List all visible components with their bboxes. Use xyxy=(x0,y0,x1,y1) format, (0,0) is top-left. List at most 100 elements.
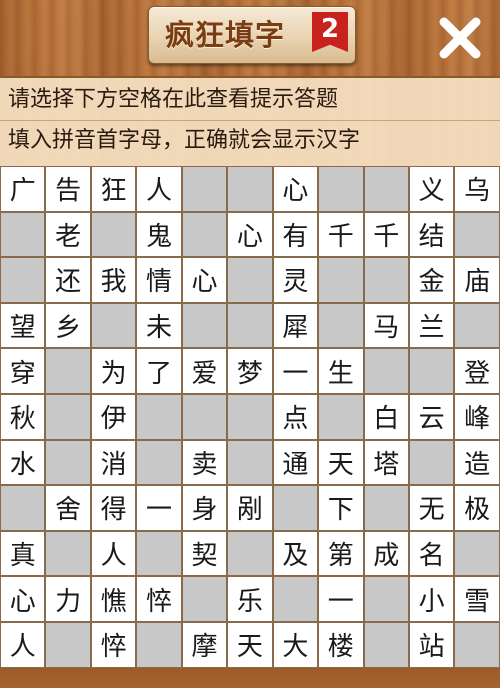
grid-cell-blocked xyxy=(227,393,273,440)
grid-cell[interactable]: 了 xyxy=(136,348,182,394)
grid-cell[interactable]: 楼 xyxy=(318,621,364,668)
grid-cell[interactable]: 人 xyxy=(90,530,137,577)
grid-cell[interactable]: 摩 xyxy=(181,621,228,668)
grid-cell[interactable]: 广 xyxy=(0,166,46,212)
grid-cell[interactable]: 造 xyxy=(454,439,500,486)
grid-cell[interactable]: 名 xyxy=(408,530,455,577)
grid-cell[interactable]: 及 xyxy=(272,530,319,577)
grid-cell[interactable]: 乐 xyxy=(227,576,273,622)
grid-cell[interactable]: 乌 xyxy=(454,166,500,212)
grid-cell[interactable]: 望 xyxy=(0,302,46,349)
grid-cell[interactable]: 金 xyxy=(408,257,455,303)
grid-cell[interactable]: 未 xyxy=(136,302,182,349)
grid-cell[interactable]: 点 xyxy=(272,393,319,440)
grid-cell[interactable]: 庙 xyxy=(454,257,500,303)
grid-cell[interactable]: 憔 xyxy=(90,576,137,622)
grid-cell[interactable]: 一 xyxy=(136,485,182,531)
grid-cell-blocked xyxy=(45,530,91,577)
grid-cell[interactable]: 老 xyxy=(45,211,91,258)
grid-cell[interactable]: 千 xyxy=(363,211,409,258)
grid-cell[interactable]: 人 xyxy=(136,166,182,212)
grid-cell[interactable]: 真 xyxy=(0,530,46,577)
grid-cell[interactable]: 心 xyxy=(181,257,228,303)
grid-cell-blocked xyxy=(136,530,182,577)
grid-cell-blocked xyxy=(0,211,46,258)
grid-cell[interactable]: 生 xyxy=(318,348,364,394)
bottom-wood-strip xyxy=(0,668,500,688)
grid-cell[interactable]: 还 xyxy=(45,257,91,303)
grid-cell[interactable]: 得 xyxy=(90,485,137,531)
grid-cell[interactable]: 舍 xyxy=(45,485,91,531)
grid-cell[interactable]: 通 xyxy=(272,439,319,486)
grid-cell[interactable]: 剐 xyxy=(227,485,273,531)
grid-cell[interactable]: 心 xyxy=(272,166,319,212)
grid-cell[interactable]: 一 xyxy=(272,348,319,394)
grid-cell[interactable]: 我 xyxy=(90,257,137,303)
grid-cell[interactable]: 兰 xyxy=(408,302,455,349)
grid-cell-blocked xyxy=(363,257,409,303)
grid-cell[interactable]: 穿 xyxy=(0,348,46,394)
grid-cell[interactable]: 有 xyxy=(272,211,319,258)
grid-cell[interactable]: 契 xyxy=(181,530,228,577)
grid-cell-blocked xyxy=(408,348,455,394)
grid-cell[interactable]: 乡 xyxy=(45,302,91,349)
grid-cell-blocked xyxy=(181,393,228,440)
grid-cell[interactable]: 站 xyxy=(408,621,455,668)
grid-cell[interactable]: 无 xyxy=(408,485,455,531)
grid-cell[interactable]: 天 xyxy=(227,621,273,668)
grid-cell[interactable]: 雪 xyxy=(454,576,500,622)
grid-cell-blocked xyxy=(227,302,273,349)
grid-cell-blocked xyxy=(181,166,228,212)
grid-cell[interactable]: 千 xyxy=(318,211,364,258)
grid-cell[interactable]: 天 xyxy=(318,439,364,486)
grid-cell[interactable]: 秋 xyxy=(0,393,46,440)
grid-cell-blocked xyxy=(181,576,228,622)
grid-cell[interactable]: 心 xyxy=(227,211,273,258)
grid-cell[interactable]: 鬼 xyxy=(136,211,182,258)
grid-cell[interactable]: 结 xyxy=(408,211,455,258)
grid-cell-blocked xyxy=(454,211,500,258)
grid-cell[interactable]: 告 xyxy=(45,166,91,212)
grid-cell-blocked xyxy=(318,393,364,440)
close-button[interactable] xyxy=(436,14,484,62)
grid-cell[interactable]: 极 xyxy=(454,485,500,531)
grid-cell[interactable]: 马 xyxy=(363,302,409,349)
grid-cell[interactable]: 义 xyxy=(408,166,455,212)
grid-cell[interactable]: 成 xyxy=(363,530,409,577)
grid-cell[interactable]: 力 xyxy=(45,576,91,622)
grid-cell-blocked xyxy=(227,439,273,486)
grid-cell[interactable]: 伊 xyxy=(90,393,137,440)
grid-cell[interactable]: 悴 xyxy=(136,576,182,622)
grid-cell-blocked xyxy=(45,393,91,440)
grid-cell[interactable]: 第 xyxy=(318,530,364,577)
grid-cell[interactable]: 峰 xyxy=(454,393,500,440)
grid-cell-blocked xyxy=(318,257,364,303)
grid-cell[interactable]: 一 xyxy=(318,576,364,622)
grid-cell[interactable]: 人 xyxy=(0,621,46,668)
grid-cell[interactable]: 为 xyxy=(90,348,137,394)
grid-cell[interactable]: 情 xyxy=(136,257,182,303)
grid-cell[interactable]: 水 xyxy=(0,439,46,486)
grid-cell[interactable]: 小 xyxy=(408,576,455,622)
grid-cell[interactable]: 下 xyxy=(318,485,364,531)
grid-cell-blocked xyxy=(45,348,91,394)
grid-cell[interactable]: 灵 xyxy=(272,257,319,303)
grid-cell-blocked xyxy=(90,302,137,349)
grid-cell[interactable]: 白 xyxy=(363,393,409,440)
grid-cell[interactable]: 卖 xyxy=(181,439,228,486)
grid-cell-blocked xyxy=(318,302,364,349)
grid-cell[interactable]: 登 xyxy=(454,348,500,394)
crossword-grid: 广告狂人心义乌老鬼心有千千结还我情心灵金庙望乡未犀马兰穿为了爱梦一生登秋伊点白云… xyxy=(0,166,500,668)
grid-cell[interactable]: 心 xyxy=(0,576,46,622)
grid-cell[interactable]: 犀 xyxy=(272,302,319,349)
grid-cell[interactable]: 云 xyxy=(408,393,455,440)
grid-cell[interactable]: 爱 xyxy=(181,348,228,394)
grid-cell[interactable]: 悴 xyxy=(90,621,137,668)
grid-cell[interactable]: 消 xyxy=(90,439,137,486)
grid-cell[interactable]: 塔 xyxy=(363,439,409,486)
hint-line-2: 填入拼音首字母，正确就会显示汉字 xyxy=(8,128,361,153)
grid-cell[interactable]: 身 xyxy=(181,485,228,531)
grid-cell[interactable]: 大 xyxy=(272,621,319,668)
grid-cell[interactable]: 梦 xyxy=(227,348,273,394)
grid-cell[interactable]: 狂 xyxy=(90,166,137,212)
